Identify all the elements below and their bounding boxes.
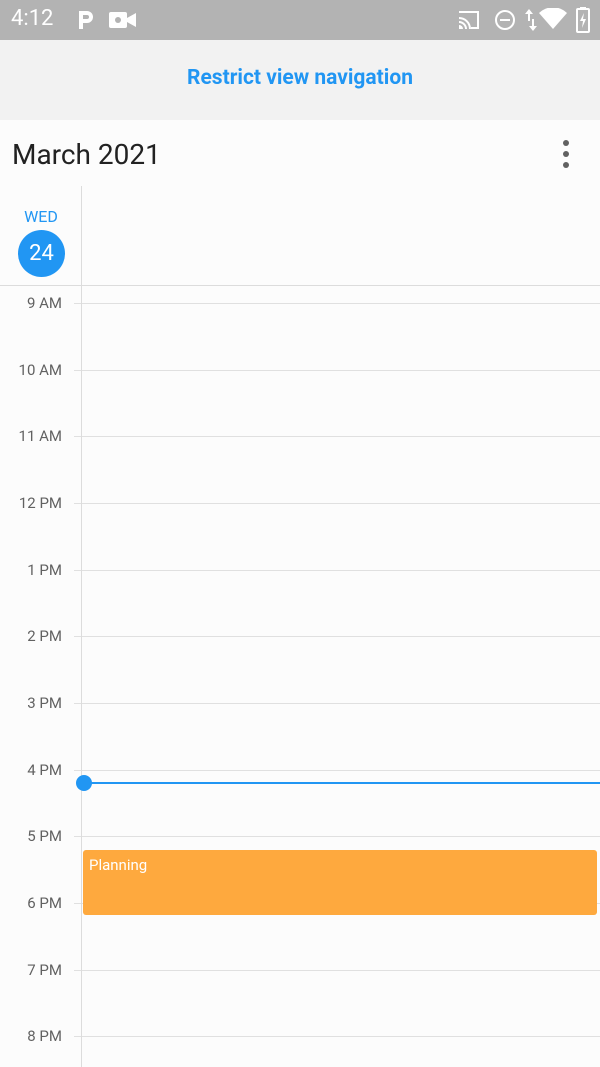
appointment-planning[interactable]: Planning [83,850,597,915]
hour-label: 12 PM [18,494,62,512]
hour-row: 5 PM [0,827,600,845]
hour-row: 12 PM [0,494,600,512]
current-time-dot [76,775,92,791]
hour-row: 8 PM [0,1027,600,1045]
hour-row: 2 PM [0,627,600,645]
hour-row: 11 AM [0,427,600,445]
hour-label: 10 AM [18,361,62,379]
hour-label: 9 AM [26,294,62,312]
hour-row: 7 PM [0,961,600,979]
hour-label: 3 PM [27,694,62,712]
hour-label: 6 PM [27,894,62,912]
hour-label: 1 PM [27,561,62,579]
hour-label: 7 PM [27,961,62,979]
hour-row: 4 PM [0,761,600,779]
hour-label: 8 PM [27,1027,62,1045]
hour-label: 11 AM [18,427,62,445]
hour-row: 1 PM [0,561,600,579]
hour-row: 3 PM [0,694,600,712]
time-column-divider [81,186,82,1067]
current-time-indicator [76,775,600,791]
hour-label: 5 PM [27,827,62,845]
hour-label: 2 PM [27,627,62,645]
current-time-line [84,782,600,784]
hour-row: 10 AM [0,361,600,379]
hour-label: 4 PM [27,761,62,779]
appointment-subject: Planning [89,856,148,874]
hour-row: 9 AM [0,294,600,312]
